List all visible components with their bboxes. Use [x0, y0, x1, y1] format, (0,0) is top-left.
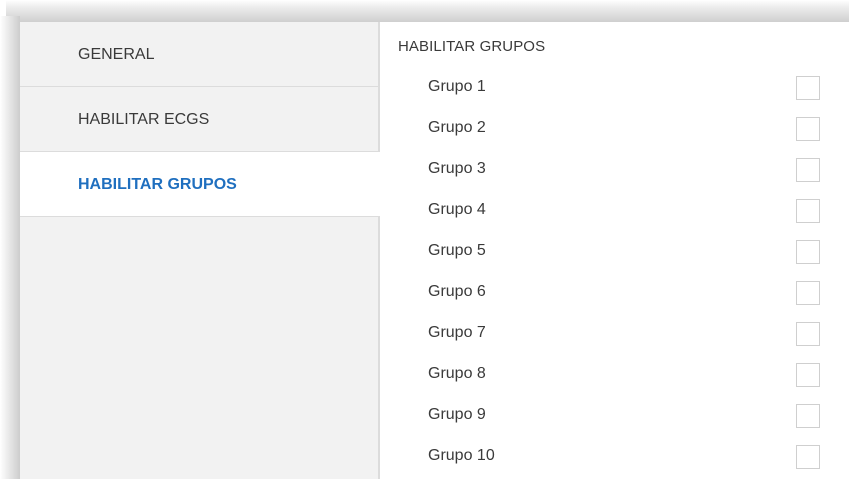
group-row: Grupo 1 — [380, 68, 849, 109]
group-row: Grupo 8 — [380, 355, 849, 396]
group-label: Grupo 4 — [428, 201, 486, 218]
group-row: Grupo 3 — [380, 150, 849, 191]
sidebar-item-label: GENERAL — [78, 46, 155, 63]
sidebar-item-label: HABILITAR ECGS — [78, 111, 210, 128]
group-label: Grupo 7 — [428, 324, 486, 341]
group-label: Grupo 6 — [428, 283, 486, 300]
group-row: Grupo 7 — [380, 314, 849, 355]
group-row: Grupo 10 — [380, 437, 849, 478]
main-content: HABILITAR GRUPOS Grupo 1 Grupo 2 Grupo 3… — [380, 22, 849, 479]
group-row: Grupo 2 — [380, 109, 849, 150]
window-shadow-top — [6, 0, 849, 22]
group-label: Grupo 1 — [428, 78, 486, 95]
group-7-checkbox[interactable] — [796, 322, 820, 346]
sidebar: GENERAL HABILITAR ECGS HABILITAR GRUPOS — [20, 22, 380, 479]
group-2-checkbox[interactable] — [796, 117, 820, 141]
parameters-panel: GENERAL HABILITAR ECGS HABILITAR GRUPOS … — [20, 22, 849, 479]
group-5-checkbox[interactable] — [796, 240, 820, 264]
group-label: Grupo 3 — [428, 160, 486, 177]
group-row: Grupo 4 — [380, 191, 849, 232]
group-row: Grupo 6 — [380, 273, 849, 314]
group-1-checkbox[interactable] — [796, 76, 820, 100]
parameters-window: GENERAL HABILITAR ECGS HABILITAR GRUPOS … — [0, 0, 849, 479]
group-row: Grupo 9 — [380, 396, 849, 437]
sidebar-item-general[interactable]: GENERAL — [20, 22, 378, 87]
section-title: HABILITAR GRUPOS — [398, 38, 546, 55]
group-label: Grupo 8 — [428, 365, 486, 382]
group-9-checkbox[interactable] — [796, 404, 820, 428]
group-8-checkbox[interactable] — [796, 363, 820, 387]
group-row: Grupo 5 — [380, 232, 849, 273]
group-label: Grupo 5 — [428, 242, 486, 259]
group-label: Grupo 2 — [428, 119, 486, 136]
group-6-checkbox[interactable] — [796, 281, 820, 305]
group-10-checkbox[interactable] — [796, 445, 820, 469]
group-4-checkbox[interactable] — [796, 199, 820, 223]
sidebar-item-label: HABILITAR GRUPOS — [78, 176, 237, 193]
group-label: Grupo 9 — [428, 406, 486, 423]
group-label: Grupo 10 — [428, 447, 495, 464]
window-shadow-left — [0, 16, 20, 479]
sidebar-item-habilitar-grupos[interactable]: HABILITAR GRUPOS — [20, 152, 380, 217]
group-3-checkbox[interactable] — [796, 158, 820, 182]
sidebar-item-habilitar-ecgs[interactable]: HABILITAR ECGS — [20, 87, 378, 152]
